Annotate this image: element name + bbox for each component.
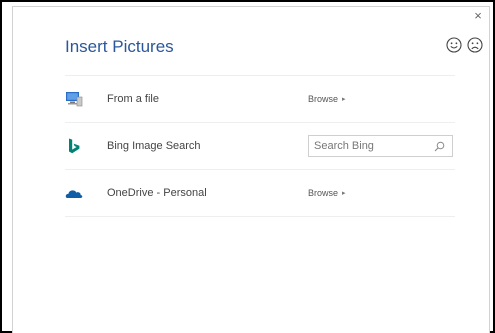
- source-row-bing: Bing Image Search: [65, 122, 455, 169]
- bing-icon: [69, 138, 80, 154]
- bing-search-box: [308, 135, 453, 157]
- frown-icon[interactable]: [467, 37, 483, 53]
- screenshot-frame: × Insert Pictures From a file Browse ▸ B…: [0, 0, 495, 333]
- caret-right-icon: ▸: [342, 96, 346, 103]
- browse-label: Browse: [308, 188, 339, 198]
- bing-search-input[interactable]: [309, 137, 432, 155]
- onedrive-cloud-icon: [65, 190, 83, 198]
- source-row-onedrive: OneDrive - Personal Browse ▸: [65, 169, 455, 217]
- source-row-from-file: From a file Browse ▸: [65, 75, 455, 122]
- picture-sources-list: From a file Browse ▸ Bing Image Search S…: [65, 75, 455, 217]
- browse-label: Browse: [308, 94, 339, 104]
- insert-pictures-dialog: × Insert Pictures From a file Browse ▸ B…: [12, 6, 490, 333]
- from-file-label: From a file: [107, 93, 159, 105]
- caret-right-icon: ▸: [342, 190, 346, 197]
- feedback-group: [446, 37, 483, 53]
- dialog-title: Insert Pictures: [65, 37, 174, 56]
- from-file-browse-link[interactable]: Browse ▸: [308, 94, 346, 104]
- search-icon[interactable]: [434, 141, 445, 152]
- smile-icon[interactable]: [446, 37, 462, 53]
- onedrive-label: OneDrive - Personal: [107, 187, 207, 199]
- computer-file-icon: [66, 92, 83, 107]
- onedrive-browse-link[interactable]: Browse ▸: [308, 188, 346, 198]
- close-button[interactable]: ×: [471, 9, 485, 23]
- bing-search-label: Bing Image Search: [107, 140, 201, 152]
